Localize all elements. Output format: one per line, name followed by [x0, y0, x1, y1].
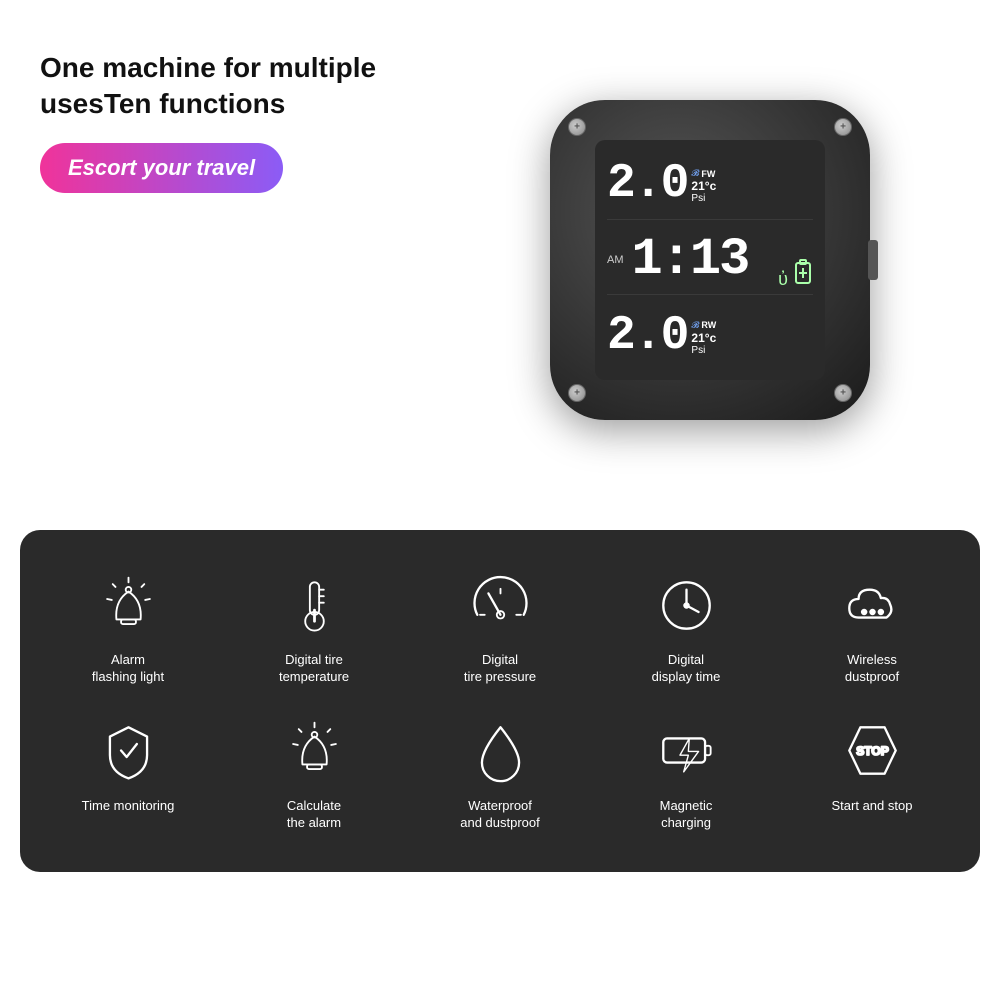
- alarm-light-icon: [93, 570, 163, 640]
- headline: One machine for multiple usesTen functio…: [40, 50, 380, 123]
- fw-info: 𝓑 FW 21°c Psi: [691, 168, 716, 204]
- feature-digital-tire-pressure-label: Digitaltire pressure: [464, 652, 536, 686]
- screw-bl: [568, 384, 586, 402]
- badge-text: Escort your travel: [68, 155, 255, 180]
- rw-info: 𝓑 RW 21°c Psi: [691, 320, 716, 356]
- fw-pressure: 2.0: [607, 160, 687, 208]
- screen-row-time: AM 1:13 ὐ‌️: [607, 226, 813, 296]
- features-grid: Alarmflashing light Digital tiretemperat…: [20, 530, 980, 872]
- battery-icon: ὐ‌️: [778, 259, 813, 290]
- feature-start-stop: STOP Start and stop: [784, 706, 960, 842]
- screw-br: [834, 384, 852, 402]
- screw-tl: [568, 118, 586, 136]
- am-label: AM: [607, 254, 624, 266]
- battery-charging-icon: [651, 716, 721, 786]
- feature-magnetic-charging: Magneticcharging: [598, 706, 774, 842]
- rw-pressure: 2.0: [607, 312, 687, 360]
- feature-alarm-flashing-light-label: Alarmflashing light: [92, 652, 164, 686]
- screen-row-fw: 2.0 𝓑 FW 21°c Psi: [607, 150, 813, 220]
- fw-temp: 21°c: [691, 179, 716, 193]
- feature-digital-display-time-label: Digitaldisplay time: [652, 652, 721, 686]
- feature-time-monitoring-label: Time monitoring: [82, 798, 175, 815]
- feature-magnetic-charging-label: Magneticcharging: [660, 798, 713, 832]
- feature-calculate-alarm-label: Calculatethe alarm: [287, 798, 341, 832]
- screen-row-rw: 2.0 𝓑 RW 21°c Psi: [607, 301, 813, 370]
- side-button: [868, 240, 878, 280]
- feature-wireless-dustproof-label: Wirelessdustproof: [845, 652, 899, 686]
- rw-label: RW: [701, 320, 716, 330]
- feature-digital-tire-temperature: Digital tiretemperature: [226, 560, 402, 696]
- feature-start-stop-label: Start and stop: [832, 798, 913, 815]
- feature-alarm-flashing-light: Alarmflashing light: [40, 560, 216, 696]
- feature-calculate-alarm: Calculatethe alarm: [226, 706, 402, 842]
- feature-digital-tire-pressure: Digitaltire pressure: [412, 560, 588, 696]
- feature-waterproof-dustproof-label: Waterproofand dustproof: [460, 798, 540, 832]
- fw-unit: Psi: [691, 193, 705, 204]
- drop-icon: [465, 716, 535, 786]
- stop-sign-icon: STOP: [837, 716, 907, 786]
- rw-temp: 21°c: [691, 331, 716, 345]
- screw-tr: [834, 118, 852, 136]
- device-screen: 2.0 𝓑 FW 21°c Psi AM 1:13 ὐ‌️: [595, 140, 825, 380]
- feature-time-monitoring: Time monitoring: [40, 706, 216, 842]
- clock-icon: [651, 570, 721, 640]
- feature-digital-tire-temperature-label: Digital tiretemperature: [279, 652, 349, 686]
- thermometer-icon: [279, 570, 349, 640]
- feature-wireless-dustproof: Wirelessdustproof: [784, 560, 960, 696]
- shield-icon: [93, 716, 163, 786]
- gauge-icon: [465, 570, 535, 640]
- svg-text:STOP: STOP: [856, 744, 889, 758]
- rw-unit: Psi: [691, 345, 705, 356]
- alarm-light2-icon: [279, 716, 349, 786]
- badge: Escort your travel: [40, 143, 283, 193]
- feature-digital-display-time: Digitaldisplay time: [598, 560, 774, 696]
- device-image: 2.0 𝓑 FW 21°c Psi AM 1:13 ὐ‌️: [550, 100, 870, 420]
- feature-waterproof-dustproof: Waterproofand dustproof: [412, 706, 588, 842]
- cloud-icon: [837, 570, 907, 640]
- fw-label: FW: [701, 169, 715, 179]
- time-display: 1:13: [632, 234, 749, 286]
